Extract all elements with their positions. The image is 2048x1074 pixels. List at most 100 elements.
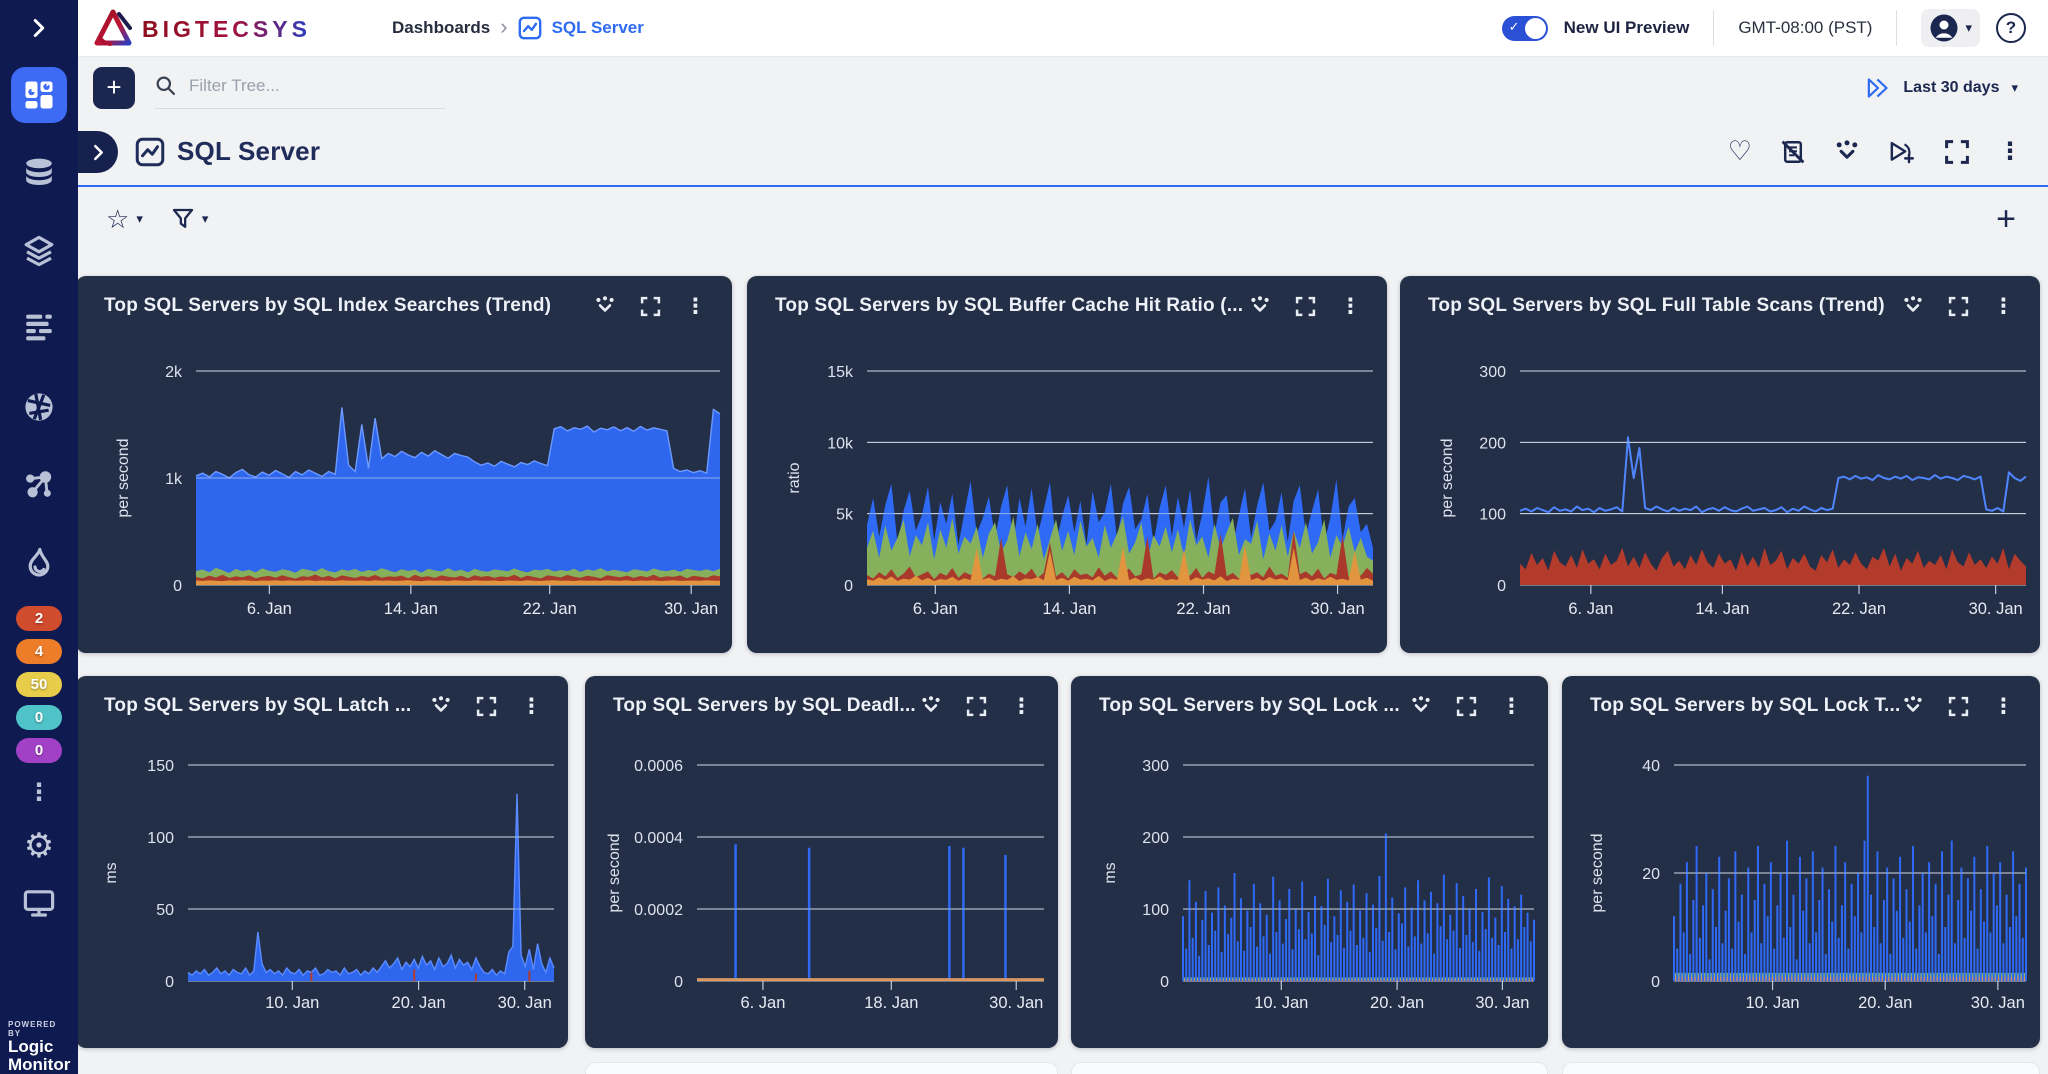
chart-card-header: Top SQL Servers by SQL Latch ... ⋮: [76, 676, 568, 736]
new-ui-toggle[interactable]: ✓: [1502, 16, 1548, 41]
filters-menu[interactable]: ▾: [171, 207, 209, 231]
logs-icon: [23, 313, 55, 345]
favorite-heart-icon[interactable]: ♡: [1728, 138, 1752, 165]
svg-text:18. Jan: 18. Jan: [864, 994, 918, 1012]
favorites-filter[interactable]: ☆ ▾: [106, 206, 143, 232]
fullscreen-icon[interactable]: [476, 696, 497, 717]
chart-card: Top SQL Servers by SQL Index Searches (T…: [76, 276, 732, 653]
app: 2 4 50 0 0 ⋮ ⚙ POWERED BY Logic Monitor: [0, 0, 2048, 1074]
fullscreen-icon[interactable]: [1948, 696, 1969, 717]
svg-text:30. Jan: 30. Jan: [1311, 600, 1365, 618]
alert-badge-teal[interactable]: 0: [16, 705, 62, 730]
chart-card: Top SQL Servers by SQL Full Table Scans …: [1400, 276, 2040, 653]
help-button[interactable]: ?: [1996, 13, 2026, 43]
sidebar-item-remote-session[interactable]: [11, 875, 67, 931]
slideshow-add-icon[interactable]: [1888, 139, 1916, 165]
fullscreen-icon[interactable]: [1944, 139, 1970, 165]
brand-logo[interactable]: BIGTECSYS: [78, 0, 368, 56]
svg-text:6. Jan: 6. Jan: [740, 994, 785, 1012]
sidebar-item-logs[interactable]: [11, 301, 67, 357]
svg-text:0: 0: [165, 974, 174, 991]
breadcrumb-current[interactable]: SQL Server: [552, 18, 644, 38]
sidebar-item-websites[interactable]: [11, 379, 67, 435]
alert-badge-error[interactable]: 4: [16, 639, 62, 664]
svg-text:10. Jan: 10. Jan: [265, 994, 319, 1012]
top-bar-right: ✓ New UI Preview GMT-08:00 (PST) ▾ ?: [1502, 9, 2048, 47]
svg-text:0: 0: [844, 578, 853, 595]
breadcrumb-dashboards[interactable]: Dashboards: [392, 18, 490, 38]
svg-text:0: 0: [173, 578, 182, 595]
sidebar-item-resources[interactable]: [11, 145, 67, 201]
caret-down-icon: ▾: [1965, 20, 1972, 36]
chart-card: Top SQL Servers by SQL Lock ... ⋮ 300200…: [1071, 676, 1548, 1048]
widget-kebab-menu[interactable]: ⋮: [685, 296, 706, 317]
timezone-label[interactable]: GMT-08:00 (PST): [1738, 18, 1872, 38]
collapse-widget-icon[interactable]: [1902, 295, 1924, 317]
collapse-widget-icon[interactable]: [594, 295, 616, 317]
search-icon: [155, 75, 177, 97]
alert-badge-critical[interactable]: 2: [16, 606, 62, 631]
svg-text:per second: per second: [606, 833, 623, 912]
star-icon: ☆: [106, 206, 129, 232]
svg-text:15k: 15k: [827, 364, 854, 381]
alert-badge-purple[interactable]: 0: [16, 738, 62, 763]
flame-icon: [23, 547, 55, 579]
sidebar-item-modules[interactable]: [11, 223, 67, 279]
collapse-widget-icon[interactable]: [1249, 295, 1271, 317]
collapse-widget-icon[interactable]: [430, 695, 452, 717]
widget-kebab-menu[interactable]: ⋮: [521, 696, 542, 717]
brand-logo-image: BIGTECSYS: [92, 8, 342, 48]
chart-card-header: Top SQL Servers by SQL Lock ... ⋮: [1071, 676, 1548, 736]
collapse-widget-icon[interactable]: [920, 695, 942, 717]
svg-text:30. Jan: 30. Jan: [1971, 994, 2025, 1012]
collapse-widget-icon[interactable]: [1410, 695, 1432, 717]
sidebar-collapse-button[interactable]: [0, 0, 78, 56]
chart-card: Top SQL Servers by SQL Buffer Cache Hit …: [747, 276, 1387, 653]
brand-text: BIGTECSYS: [142, 16, 311, 42]
dashboard-actions: ♡: [1728, 137, 2048, 166]
collapse-widgets-icon[interactable]: [1834, 139, 1860, 165]
widget-kebab-menu[interactable]: ⋮: [1011, 696, 1032, 717]
widget-kebab-menu[interactable]: ⋮: [1993, 696, 2014, 717]
widget-kebab-menu[interactable]: ⋮: [1501, 696, 1522, 717]
collapse-widget-icon[interactable]: [1902, 695, 1924, 717]
fullscreen-icon[interactable]: [640, 296, 661, 317]
svg-text:14. Jan: 14. Jan: [1042, 600, 1096, 618]
fullscreen-icon[interactable]: [1295, 296, 1316, 317]
alert-badge-warning[interactable]: 50: [16, 672, 62, 697]
sidebar-item-topology[interactable]: [11, 457, 67, 513]
expand-tree-button[interactable]: [78, 131, 118, 173]
add-widget-button[interactable]: +: [1996, 202, 2048, 236]
time-range-control[interactable]: Last 30 days ▾: [1865, 77, 2048, 99]
next-row-card-top: [1071, 1062, 1548, 1074]
sidebar-item-dashboards[interactable]: [11, 67, 67, 123]
sidebar-more-icon[interactable]: ⋮: [27, 781, 51, 805]
layers-icon: [23, 235, 55, 267]
fullscreen-icon[interactable]: [1948, 296, 1969, 317]
svg-text:22. Jan: 22. Jan: [523, 600, 577, 618]
chart-title: Top SQL Servers by SQL Deadl...: [613, 695, 916, 717]
svg-text:ms: ms: [103, 862, 120, 883]
chart-title: Top SQL Servers by SQL Lock ...: [1099, 695, 1400, 717]
chart-actions: ⋮: [1249, 295, 1387, 317]
fullscreen-icon[interactable]: [1456, 696, 1477, 717]
widget-kebab-menu[interactable]: ⋮: [1340, 296, 1361, 317]
add-dashboard-button[interactable]: +: [93, 67, 135, 109]
fullscreen-icon[interactable]: [966, 696, 987, 717]
svg-text:0: 0: [674, 974, 683, 991]
dashboard-kebab-menu[interactable]: ⋮: [1998, 137, 2022, 166]
title-bar: SQL Server ♡: [78, 118, 2048, 187]
network-icon: [23, 469, 55, 501]
report-disabled-icon[interactable]: [1780, 139, 1806, 165]
plus-icon: +: [106, 72, 121, 103]
plus-icon: +: [1996, 200, 2016, 238]
sidebar-item-alerts[interactable]: [11, 535, 67, 591]
filter-tree-search[interactable]: Filter Tree...: [155, 67, 445, 109]
breadcrumb-separator-icon: ›: [500, 16, 507, 38]
svg-text:per second: per second: [1439, 438, 1456, 517]
user-menu[interactable]: ▾: [1921, 9, 1980, 47]
settings-gear-icon[interactable]: ⚙: [24, 829, 54, 863]
widget-kebab-menu[interactable]: ⋮: [1993, 296, 2014, 317]
svg-text:per second: per second: [115, 438, 132, 517]
avatar-icon: [1929, 13, 1959, 43]
